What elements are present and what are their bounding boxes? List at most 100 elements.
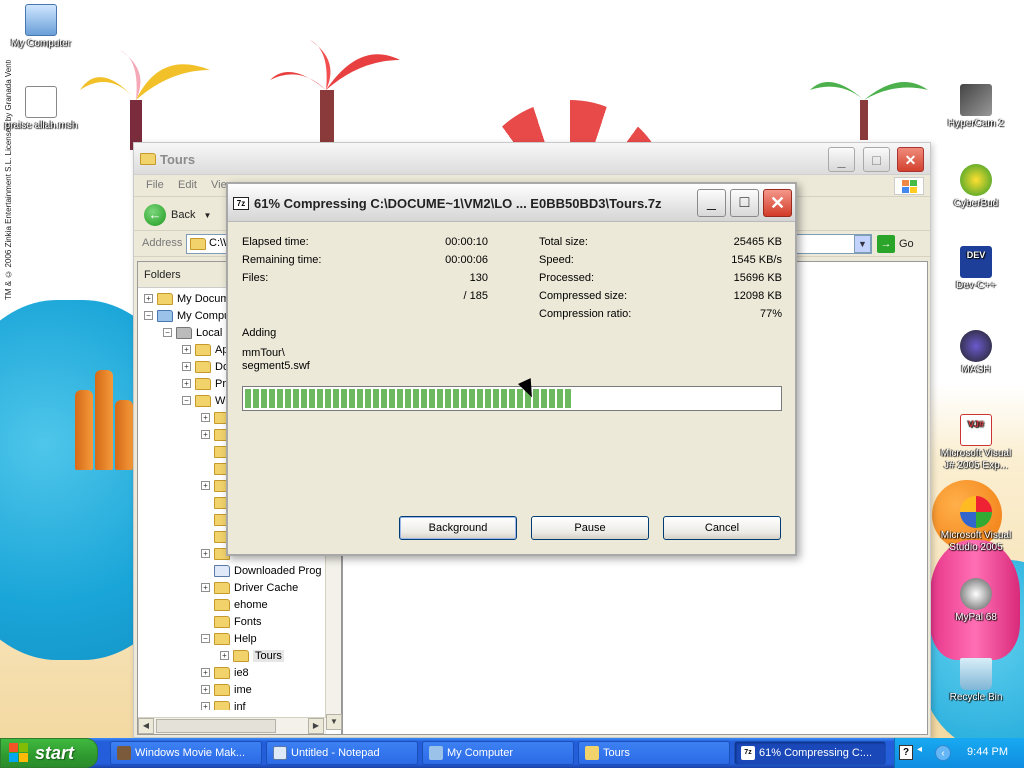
desktop-icon-cyberbud[interactable]: CyberBud <box>935 164 1017 210</box>
desktop-icon-my-computer[interactable]: My Computer <box>0 4 82 50</box>
windows-logo-icon <box>894 177 924 195</box>
speaker-icon[interactable]: ◂ <box>917 744 929 756</box>
tree-item-folder[interactable]: + Do <box>182 358 229 375</box>
task-tours[interactable]: Tours <box>578 741 730 765</box>
tree-item-folder[interactable]: + Ap <box>182 341 228 358</box>
dialog-maximize-button[interactable]: □ <box>730 189 759 217</box>
explorer-title: Tours <box>160 152 196 167</box>
tree-item-help[interactable]: − Help <box>201 630 257 647</box>
tree-item-label: My Docum <box>177 292 230 305</box>
task-my-computer[interactable]: My Computer <box>422 741 574 765</box>
remaining-time-value: 00:00:06 <box>445 254 488 266</box>
desktop-icon-visual-studio[interactable]: Microsoft Visual Studio 2005 <box>935 496 1017 554</box>
tree-item-fonts[interactable]: Fonts <box>214 613 262 630</box>
desktop-icon-mash[interactable]: MASH <box>935 330 1017 376</box>
clock[interactable]: 9:44 PM <box>967 746 1008 758</box>
tree-item-ie8[interactable]: + ie8 <box>201 664 249 681</box>
tree-item-downloaded-program[interactable]: Downloaded Prog <box>214 562 321 579</box>
folders-horizontal-scrollbar[interactable]: ◀ ▶ <box>138 717 326 734</box>
help-icon[interactable]: ? <box>899 745 913 760</box>
folder-icon <box>214 632 230 645</box>
desktop-icon-visual-jsharp[interactable]: VJ# Microsoft Visual J# 2005 Exp... <box>935 414 1017 472</box>
dialog-close-button[interactable]: ✕ <box>763 189 792 217</box>
task-label: My Computer <box>447 747 514 759</box>
tree-item-my-computer[interactable]: − My Compu <box>144 307 230 324</box>
desktop-icon-label: CyberBud <box>953 198 999 209</box>
chevron-left-icon[interactable]: ‹ <box>935 745 951 761</box>
tree-item-my-documents[interactable]: + My Docum <box>144 290 230 307</box>
background-button[interactable]: Background <box>399 516 517 540</box>
tree-item-ime[interactable]: + ime <box>201 681 252 698</box>
tree-item-local-disk[interactable]: − Local D <box>163 324 233 341</box>
scroll-thumb[interactable] <box>156 719 276 733</box>
desktop-icon-hypercam[interactable]: HyperCam 2 <box>935 84 1017 130</box>
maximize-button[interactable]: □ <box>863 147 890 172</box>
desktop-icon-label: MyPal 68 <box>955 612 997 623</box>
tree-item-label: ie8 <box>234 666 249 679</box>
menu-file[interactable]: File <box>146 179 164 191</box>
tree-item-windows[interactable]: − W <box>182 392 225 409</box>
wallpaper-palm-right <box>810 82 928 140</box>
desktop-icon-dev-cpp[interactable]: DEV Dev-C++ <box>935 246 1017 292</box>
start-button[interactable]: start <box>0 738 98 768</box>
tree-item-label: My Compu <box>177 309 231 322</box>
compress-progress-dialog[interactable]: 7z 61% Compressing C:\DOCUME~1\VM2\LO ..… <box>226 182 797 556</box>
desktop-icon-praise-allah[interactable]: praise allah.msh <box>0 86 82 132</box>
explorer-titlebar[interactable]: Tours _ □ ✕ <box>134 143 930 175</box>
task-notepad[interactable]: Untitled - Notepad <box>266 741 418 765</box>
folder-icon <box>233 649 249 662</box>
desktop-icon-label: Microsoft Visual Studio 2005 <box>940 530 1012 553</box>
task-label: Windows Movie Mak... <box>135 747 246 759</box>
menu-edit[interactable]: Edit <box>178 179 197 191</box>
desktop-icon-label: HyperCam 2 <box>947 118 1005 129</box>
tree-item-label: inf <box>234 700 246 711</box>
desktop-icon-recycle-bin[interactable]: Recycle Bin <box>935 658 1017 704</box>
dialog-titlebar[interactable]: 7z 61% Compressing C:\DOCUME~1\VM2\LO ..… <box>228 184 795 222</box>
tree-item-label: Help <box>234 632 257 645</box>
tree-item-inf[interactable]: + inf <box>201 698 246 710</box>
scroll-down-icon[interactable]: ▼ <box>326 714 342 730</box>
pause-button[interactable]: Pause <box>531 516 649 540</box>
tree-item-folder[interactable]: + Pr <box>182 375 226 392</box>
cyberbud-icon <box>960 164 992 196</box>
files-total-value: / 185 <box>463 290 488 302</box>
tree-item-label: W <box>215 394 226 407</box>
my-computer-icon <box>429 746 443 760</box>
folder-icon <box>195 360 211 373</box>
folder-icon <box>214 615 230 628</box>
cancel-button[interactable]: Cancel <box>663 516 781 540</box>
address-dropdown-button[interactable]: ▼ <box>854 235 871 253</box>
go-button[interactable]: → Go <box>877 235 914 253</box>
folder-icon <box>195 377 211 390</box>
tree-item-label: Tours <box>253 649 284 662</box>
compressed-size-label: Compressed size: <box>539 290 628 302</box>
folder-icon <box>214 683 230 696</box>
folder-icon <box>214 581 230 594</box>
task-7zip-compressing[interactable]: 7z 61% Compressing C:... <box>734 741 886 765</box>
scroll-left-icon[interactable]: ◀ <box>138 718 154 734</box>
close-button[interactable]: ✕ <box>897 147 924 172</box>
task-windows-movie-maker[interactable]: Windows Movie Mak... <box>110 741 262 765</box>
total-size-value: 25465 KB <box>733 236 782 248</box>
go-arrow-icon: → <box>877 235 895 253</box>
desktop-icon-mypal[interactable]: MyPal 68 <box>935 578 1017 624</box>
taskbar: start Windows Movie Mak... Untitled - No… <box>0 738 1024 768</box>
tree-item-driver-cache[interactable]: + Driver Cache <box>201 579 298 596</box>
minimize-button[interactable]: _ <box>828 147 855 172</box>
chevron-down-icon[interactable]: ▼ <box>203 211 211 220</box>
folder-icon <box>195 394 211 407</box>
tree-item-ehome[interactable]: ehome <box>214 596 268 613</box>
my-computer-icon <box>25 4 57 36</box>
dialog-minimize-button[interactable]: _ <box>697 189 726 217</box>
7zip-app-icon: 7z <box>233 197 249 210</box>
folder-icon <box>195 343 211 356</box>
desktop-icon-label: My Computer <box>10 38 71 49</box>
tree-item-tours[interactable]: + Tours <box>220 647 284 664</box>
folder-icon <box>214 700 230 710</box>
visual-studio-icon <box>960 496 992 528</box>
mypal-icon <box>960 578 992 610</box>
scroll-right-icon[interactable]: ▶ <box>308 718 324 734</box>
back-button[interactable]: ← Back ▼ <box>144 203 211 227</box>
elapsed-time-label: Elapsed time: <box>242 236 309 248</box>
wallpaper-coral <box>75 370 133 470</box>
